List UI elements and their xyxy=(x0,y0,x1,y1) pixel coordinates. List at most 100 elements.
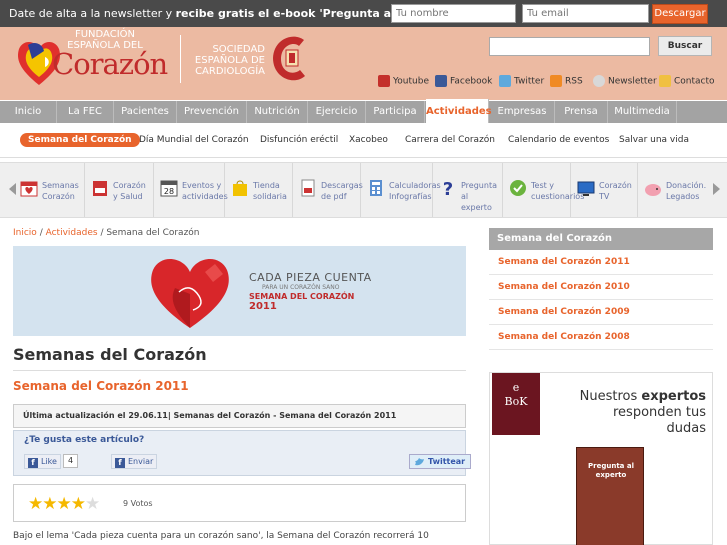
quick-tienda[interactable]: Tienda solidaria xyxy=(225,163,293,217)
carousel-prev-arrow-icon[interactable] xyxy=(9,183,16,195)
star-icon[interactable]: ★ xyxy=(71,494,86,514)
book-cover-image: Pregunta al experto xyxy=(576,447,644,545)
tweet-button[interactable]: Twittear xyxy=(409,454,472,469)
shopping-bag-icon xyxy=(233,180,247,196)
nav-la-fec[interactable]: La FEC xyxy=(57,101,114,123)
sociedad-label: SOCIEDAD ESPAÑOLA DE CARDIOLOGÍA xyxy=(194,44,265,77)
breadcrumb: Inicio / Actividades / Semana del Corazó… xyxy=(13,228,200,238)
nav-participa[interactable]: Participa xyxy=(366,101,425,123)
title-divider xyxy=(13,370,466,371)
ad-headline: Nuestros expertos responden tus dudas xyxy=(579,389,706,436)
sub-nav: Semana del Corazón Día Mundial del Coraz… xyxy=(0,123,727,158)
checklist-icon xyxy=(510,180,526,196)
nav-multimedia[interactable]: Multimedia xyxy=(608,101,677,123)
page-title: Semanas del Corazón xyxy=(13,345,207,364)
article-body: Bajo el lema 'Cada pieza cuenta para un … xyxy=(13,531,429,541)
pdf-icon xyxy=(301,179,315,197)
search-input[interactable] xyxy=(489,37,650,56)
subnav-dia-mundial[interactable]: Día Mundial del Corazón xyxy=(139,135,249,145)
nav-empresas[interactable]: Empresas xyxy=(490,101,555,123)
main-nav: Inicio La FEC Pacientes Prevención Nutri… xyxy=(0,99,727,123)
facebook-like-button[interactable]: f Like xyxy=(24,454,61,469)
banner-subslogan: PARA UN CORAZÓN SANO xyxy=(262,284,340,291)
nav-actividades[interactable]: Actividades xyxy=(426,99,492,123)
facebook-icon: f xyxy=(115,458,125,468)
newsletter-bar: Date de alta a la newsletter y recibe gr… xyxy=(0,0,727,27)
star-icon[interactable]: ★ xyxy=(57,494,72,514)
nav-prevencion[interactable]: Prevención xyxy=(177,101,247,123)
breadcrumb-current: Semana del Corazón xyxy=(106,228,200,238)
subnav-disfuncion[interactable]: Disfunción eréctil xyxy=(260,135,338,145)
article-title: Semana del Corazón 2011 xyxy=(13,379,189,393)
banner-event-name: SEMANA DEL CORAZÓN xyxy=(249,292,355,301)
name-input[interactable] xyxy=(391,4,516,23)
subnav-calendario[interactable]: Calendario de eventos xyxy=(508,135,609,145)
semana-corazon-banner[interactable]: CADA PIEZA CUENTA PARA UN CORAZÓN SANO S… xyxy=(13,246,466,336)
corazon-wordmark: Corazón xyxy=(52,47,168,81)
sidebar-item-2010[interactable]: Semana del Corazón 2010 xyxy=(489,275,713,300)
star-rating[interactable]: ★★★★★ xyxy=(28,494,100,514)
social-contacto[interactable]: Contacto xyxy=(659,75,715,87)
nav-inicio[interactable]: Inicio xyxy=(0,101,57,123)
last-updated: Última actualización el 29.06.11| Semana… xyxy=(13,404,466,428)
votes-count: 9 Votos xyxy=(123,499,153,508)
social-twitter[interactable]: Twitter xyxy=(499,75,544,87)
nav-pacientes[interactable]: Pacientes xyxy=(114,101,177,123)
newsletter-icon xyxy=(593,75,605,87)
star-icon[interactable]: ★ xyxy=(85,494,100,514)
social-youtube[interactable]: Youtube xyxy=(378,75,429,87)
quick-pregunta-experto[interactable]: ? Pregunta al experto xyxy=(433,163,503,217)
puzzle-heart-image xyxy=(151,258,229,328)
sidebar-item-2009[interactable]: Semana del Corazón 2009 xyxy=(489,300,713,325)
like-count: 4 xyxy=(63,454,79,468)
quick-corazon-tv[interactable]: Corazón TV xyxy=(571,163,638,217)
share-box: ¿Te gusta este artículo? f Like 4 f Enviar… xyxy=(13,430,472,476)
download-button[interactable]: Descargar xyxy=(652,4,708,24)
nav-nutricion[interactable]: Nutrición xyxy=(247,101,308,123)
carousel-next-arrow-icon[interactable] xyxy=(713,183,720,195)
envelope-icon xyxy=(659,75,671,87)
quick-descargas[interactable]: Descargas de pdf xyxy=(293,163,363,217)
question-icon: ? xyxy=(443,179,453,197)
quick-test[interactable]: Test y cuestionarios xyxy=(503,163,584,217)
svg-text:?: ? xyxy=(443,179,453,197)
banner-slogan: CADA PIEZA CUENTA xyxy=(249,271,372,284)
sec-logo[interactable] xyxy=(268,34,310,84)
sidebar-item-2008[interactable]: Semana del Corazón 2008 xyxy=(489,325,713,350)
facebook-send-button[interactable]: f Enviar xyxy=(111,454,158,469)
subnav-xacobeo[interactable]: Xacobeo xyxy=(349,135,388,145)
star-icon[interactable]: ★ xyxy=(28,494,43,514)
sidebar-title: Semana del Corazón xyxy=(489,228,713,250)
sidebar-item-2011[interactable]: Semana del Corazón 2011 xyxy=(489,250,713,275)
rating-box: ★★★★★ 9 Votos xyxy=(13,484,466,522)
breadcrumb-actividades[interactable]: Actividades xyxy=(46,228,98,238)
quick-donacion[interactable]: Donación. Legados xyxy=(638,163,713,217)
quick-calculadoras[interactable]: Calculadoras Infografías xyxy=(361,163,441,217)
social-facebook[interactable]: Facebook xyxy=(435,75,492,87)
ebook-ad[interactable]: e BoK Nuestros expertos responden tus dudas… xyxy=(489,372,713,545)
magazine-icon xyxy=(93,181,107,196)
calendar-heart-icon xyxy=(20,181,38,197)
piggy-bank-icon xyxy=(645,184,661,196)
search-button[interactable]: Buscar xyxy=(658,36,712,56)
email-input[interactable] xyxy=(522,4,649,23)
newsletter-text: Date de alta a la newsletter y recibe gr… xyxy=(9,7,450,20)
quick-corazon-salud[interactable]: Corazón y Salud xyxy=(85,163,154,217)
banner-year: 2011 xyxy=(249,301,277,312)
quick-eventos[interactable]: 28 Eventos y actividades xyxy=(154,163,228,217)
social-newsletter[interactable]: Newsletter xyxy=(593,75,657,87)
breadcrumb-home[interactable]: Inicio xyxy=(13,228,37,238)
nav-prensa[interactable]: Prensa xyxy=(555,101,608,123)
nav-ejercicio[interactable]: Ejercicio xyxy=(308,101,366,123)
youtube-icon xyxy=(378,75,390,87)
quick-semanas[interactable]: Semanas Corazón xyxy=(14,163,85,217)
star-icon[interactable]: ★ xyxy=(42,494,57,514)
subnav-semana-corazon[interactable]: Semana del Corazón xyxy=(20,133,140,147)
facebook-icon xyxy=(435,75,447,87)
quick-links-bar: Semanas Corazón Corazón y Salud 28 Eventos… xyxy=(0,162,727,218)
twitter-bird-icon xyxy=(415,458,424,466)
newsletter-prefix: Date de alta a la newsletter y xyxy=(9,7,176,20)
social-rss[interactable]: RSS xyxy=(550,75,583,87)
subnav-carrera[interactable]: Carrera del Corazón xyxy=(405,135,495,145)
subnav-salvar-vida[interactable]: Salvar una vida xyxy=(619,135,689,145)
